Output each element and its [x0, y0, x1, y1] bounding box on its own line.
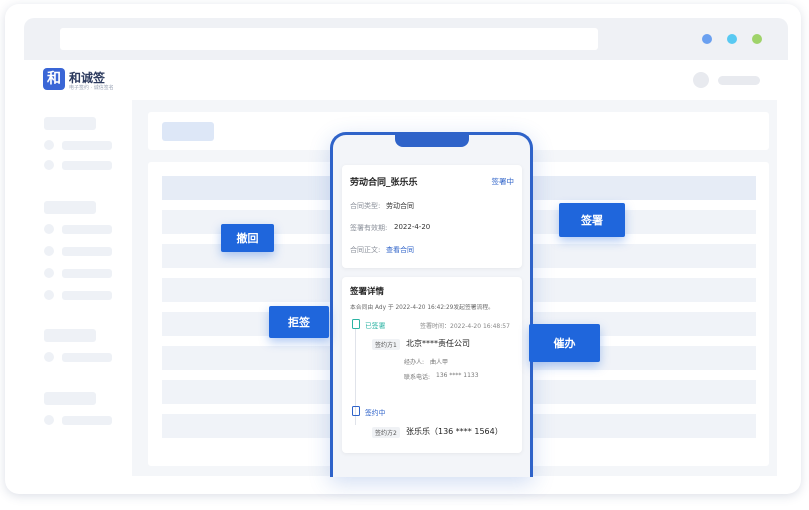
sidebar-heading	[44, 117, 96, 130]
sidebar-item-icon	[44, 352, 54, 362]
contract-body-label: 合同正文:	[350, 246, 381, 254]
reject-button[interactable]: 拒签	[269, 306, 329, 338]
sidebar-item[interactable]	[62, 141, 112, 150]
user-name-placeholder[interactable]	[718, 76, 760, 85]
address-bar[interactable]	[60, 28, 598, 50]
contract-type-value: 劳动合同	[386, 202, 414, 210]
contract-status: 签署中	[491, 177, 515, 186]
party1-name: 北京****责任公司	[406, 339, 470, 348]
expiry-label: 签署有效期:	[350, 224, 388, 232]
sidebar-item-icon	[44, 268, 54, 278]
user-avatar[interactable]	[693, 72, 709, 88]
sidebar-heading	[44, 392, 96, 405]
sidebar-heading	[44, 201, 96, 214]
sidebar-heading	[44, 329, 96, 342]
party1-sign-time: 签署时间：2022-4-20 16:48:57	[420, 323, 510, 330]
view-contract-link[interactable]: 查看合同	[386, 245, 414, 255]
contract-type-label: 合同类型:	[350, 202, 381, 210]
window-dot-blue[interactable]	[702, 34, 712, 44]
party1-handler-value: 曲人甲	[430, 359, 449, 366]
details-title: 签署详情	[350, 287, 385, 297]
sidebar-item-icon	[44, 415, 54, 425]
app-logo[interactable]: 和 和诚签 电子签约 · 诚信签名	[43, 68, 115, 94]
revoke-button[interactable]: 撤回	[221, 224, 274, 252]
party1-handler-label: 经办人:	[404, 359, 425, 366]
party2-status: 签约中	[365, 409, 386, 417]
signed-doc-icon	[352, 319, 360, 329]
sidebar-item-icon	[44, 160, 54, 170]
window-dot-green[interactable]	[752, 34, 762, 44]
party1-tag: 签约方1	[372, 339, 400, 350]
contract-title: 劳动合同_张乐乐	[350, 178, 418, 188]
sign-button[interactable]: 签署	[559, 203, 625, 237]
sidebar-item-icon	[44, 290, 54, 300]
contract-info-card: 劳动合同_张乐乐 签署中 合同类型: 劳动合同 签署有效期: 2022-4-20…	[342, 165, 522, 268]
party1-phone-value: 136 **** 1133	[436, 372, 479, 379]
sidebar-item-icon	[44, 140, 54, 150]
signing-doc-icon	[352, 406, 360, 416]
browser-titlebar	[24, 18, 788, 60]
sidebar-item-icon	[44, 224, 54, 234]
phone-notch	[395, 132, 469, 147]
sidebar	[24, 100, 132, 476]
logo-mark: 和	[43, 68, 65, 90]
window-dot-cyan[interactable]	[727, 34, 737, 44]
sidebar-item[interactable]	[62, 161, 112, 170]
logo-slogan: 电子签约 · 诚信签名	[69, 85, 114, 91]
filter-chip[interactable]	[162, 122, 214, 141]
details-subtitle: 本合同由 Ady 于 2022-4-20 16:42:29发起签署流程。	[350, 305, 494, 311]
phone-mockup: 劳动合同_张乐乐 签署中 合同类型: 劳动合同 签署有效期: 2022-4-20…	[330, 132, 533, 477]
sidebar-item[interactable]	[62, 269, 112, 278]
urge-button[interactable]: 催办	[529, 324, 600, 362]
sign-details-card: 签署详情 本合同由 Ady 于 2022-4-20 16:42:29发起签署流程…	[342, 277, 522, 453]
expiry-value: 2022-4-20	[394, 223, 431, 231]
party1-status: 已签署	[365, 322, 386, 330]
sidebar-item[interactable]	[62, 353, 112, 362]
sidebar-item[interactable]	[62, 416, 112, 425]
party1-phone-label: 联系电话:	[404, 374, 431, 381]
sidebar-item[interactable]	[62, 291, 112, 300]
sidebar-item-icon	[44, 246, 54, 256]
sidebar-item[interactable]	[62, 247, 112, 256]
party2-name: 张乐乐（136 **** 1564）	[406, 427, 503, 436]
sidebar-item[interactable]	[62, 225, 112, 234]
party2-tag: 签约方2	[372, 427, 400, 438]
